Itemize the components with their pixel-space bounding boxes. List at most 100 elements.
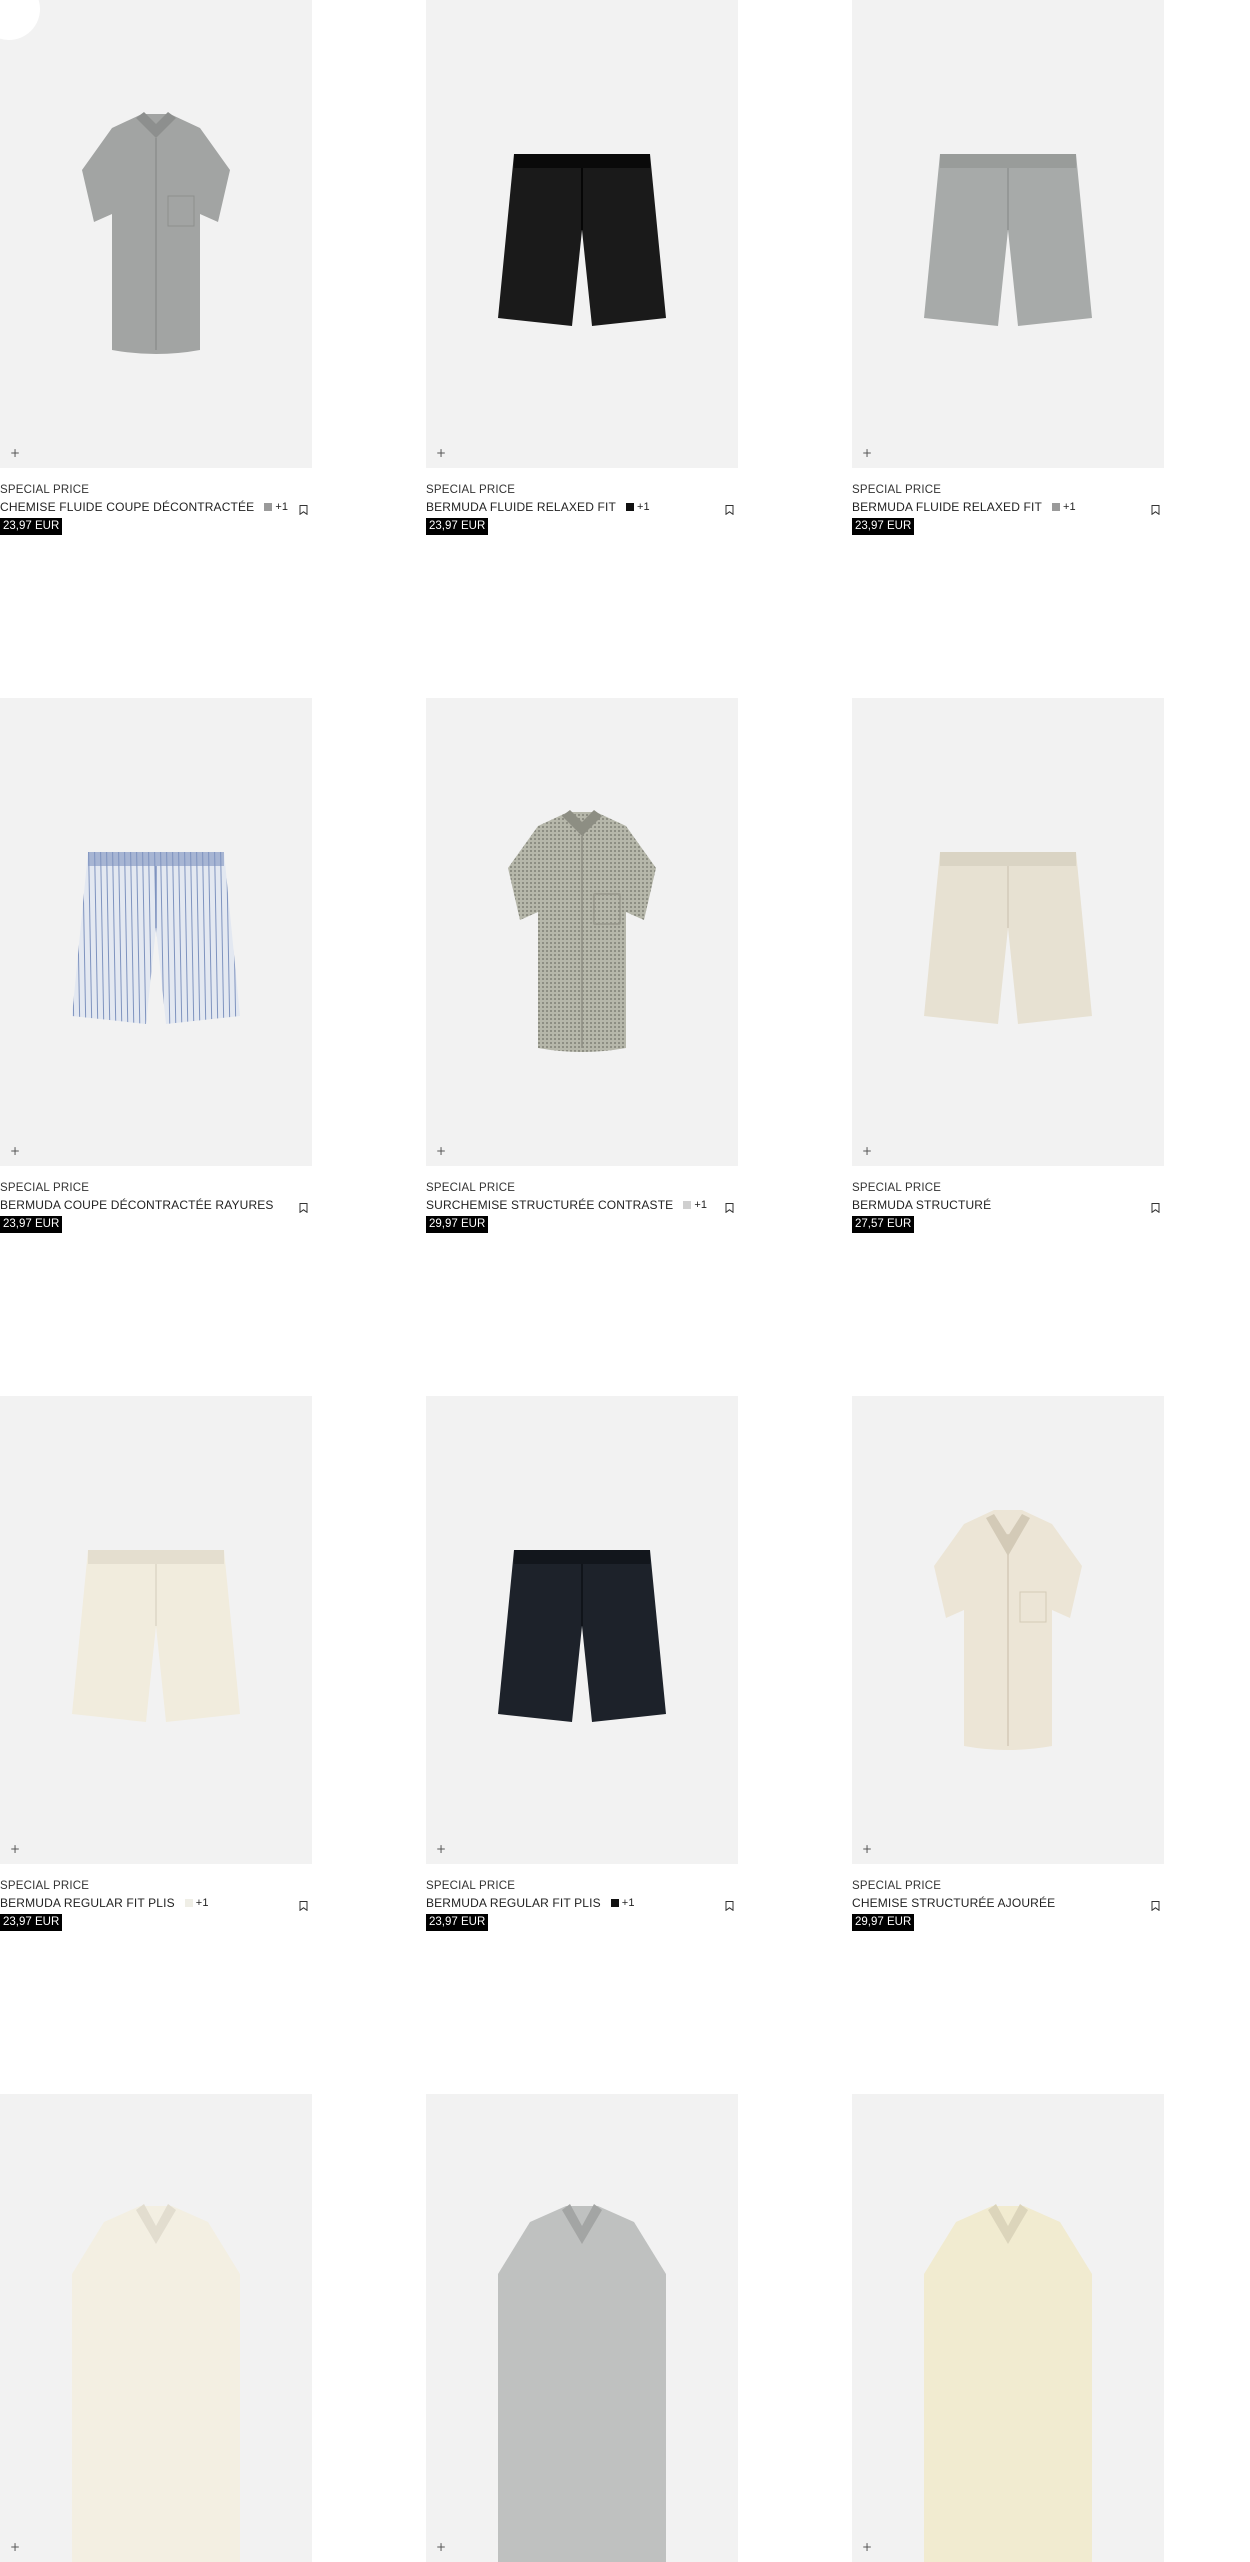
product-price: 23,97 EUR	[0, 518, 63, 535]
product-price: 23,97 EUR	[426, 1914, 489, 1931]
product-card[interactable]: + SPECIAL PRICE SURCHEMISE STRUCTURÉE CONT…	[426, 698, 738, 1233]
product-name[interactable]: SURCHEMISE STRUCTURÉE CONTRASTE	[426, 1196, 673, 1214]
product-card[interactable]: +	[0, 2094, 312, 2562]
plus-icon[interactable]: +	[434, 1144, 448, 1158]
special-price-tag: SPECIAL PRICE	[852, 484, 942, 496]
bookmark-icon[interactable]	[725, 502, 734, 516]
product-image[interactable]: +	[426, 0, 738, 468]
product-price: 23,97 EUR	[0, 1216, 63, 1233]
product-name[interactable]: BERMUDA STRUCTURÉ	[852, 1196, 991, 1214]
more-colors-count[interactable]: +1	[1063, 501, 1076, 513]
bookmark-icon[interactable]	[1151, 1200, 1160, 1214]
product-image[interactable]: +	[426, 1396, 738, 1864]
color-swatch[interactable]	[610, 1898, 619, 1907]
color-swatch[interactable]	[683, 1200, 692, 1209]
special-price-tag: SPECIAL PRICE	[852, 1182, 942, 1194]
product-info: SPECIAL PRICE BERMUDA REGULAR FIT PLIS +1 2…	[0, 1878, 312, 1931]
plus-icon[interactable]: +	[860, 1144, 874, 1158]
product-image[interactable]: +	[852, 1396, 1164, 1864]
product-card[interactable]: + SPECIAL PRICE BERMUDA STRUCTURÉ 27,57 EUR	[852, 698, 1164, 1233]
product-name[interactable]: BERMUDA COUPE DÉCONTRACTÉE RAYURES	[0, 1196, 274, 1214]
product-price: 29,97 EUR	[426, 1216, 489, 1233]
plus-icon[interactable]: +	[8, 1842, 22, 1856]
product-name-row: SURCHEMISE STRUCTURÉE CONTRASTE +1	[426, 1196, 738, 1214]
product-image[interactable]: +	[0, 698, 312, 1166]
product-name-row: CHEMISE FLUIDE COUPE DÉCONTRACTÉE +1	[0, 498, 312, 516]
bookmark-icon[interactable]	[725, 1200, 734, 1214]
plus-icon[interactable]: +	[434, 446, 448, 460]
product-price: 23,97 EUR	[426, 518, 489, 535]
product-name-row: BERMUDA COUPE DÉCONTRACTÉE RAYURES	[0, 1196, 312, 1214]
plus-icon[interactable]: +	[434, 2540, 448, 2554]
plus-icon[interactable]: +	[860, 446, 874, 460]
color-swatch[interactable]	[1051, 502, 1060, 511]
more-colors-count[interactable]: +1	[637, 501, 650, 513]
product-card[interactable]: + SPECIAL PRICE BERMUDA COUPE DÉCONTRACTÉE…	[0, 698, 312, 1233]
product-info: SPECIAL PRICE BERMUDA COUPE DÉCONTRACTÉE …	[0, 1180, 312, 1233]
product-card[interactable]: + SPECIAL PRICE BERMUDA REGULAR FIT PLIS +1…	[426, 1396, 738, 1931]
plus-icon[interactable]: +	[8, 446, 22, 460]
bookmark-icon[interactable]	[1151, 502, 1160, 516]
product-name[interactable]: CHEMISE FLUIDE COUPE DÉCONTRACTÉE	[0, 498, 254, 516]
more-colors-count[interactable]: +1	[694, 1199, 707, 1211]
plus-icon[interactable]: +	[434, 1842, 448, 1856]
special-price-tag: SPECIAL PRICE	[426, 1182, 516, 1194]
color-swatch[interactable]	[264, 502, 273, 511]
product-info: SPECIAL PRICE BERMUDA FLUIDE RELAXED FIT +…	[852, 482, 1164, 535]
product-image[interactable]: +	[426, 2094, 738, 2562]
product-image[interactable]: +	[852, 2094, 1164, 2562]
product-info: SPECIAL PRICE BERMUDA REGULAR FIT PLIS +1 2…	[426, 1878, 738, 1931]
plus-icon[interactable]: +	[860, 2540, 874, 2554]
plus-icon[interactable]: +	[860, 1842, 874, 1856]
product-info: SPECIAL PRICE CHEMISE FLUIDE COUPE DÉCONT…	[0, 482, 312, 535]
special-price-tag: SPECIAL PRICE	[852, 1880, 942, 1892]
product-card[interactable]: + SPECIAL PRICE BERMUDA FLUIDE RELAXED FIT…	[852, 0, 1164, 535]
more-colors-count[interactable]: +1	[622, 1897, 635, 1909]
more-colors-count[interactable]: +1	[275, 501, 288, 513]
special-price-tag: SPECIAL PRICE	[426, 484, 516, 496]
special-price-tag: SPECIAL PRICE	[426, 1880, 516, 1892]
product-image[interactable]: +	[0, 1396, 312, 1864]
special-price-tag: SPECIAL PRICE	[0, 1182, 90, 1194]
product-image[interactable]: +	[852, 0, 1164, 468]
product-name-row: CHEMISE STRUCTURÉE AJOURÉE	[852, 1894, 1164, 1912]
special-price-tag: SPECIAL PRICE	[0, 484, 90, 496]
bookmark-icon[interactable]	[299, 1898, 308, 1912]
product-card[interactable]: + SPECIAL PRICE CHEMISE STRUCTURÉE AJOURÉE…	[852, 1396, 1164, 1931]
product-name[interactable]: BERMUDA REGULAR FIT PLIS	[0, 1894, 175, 1912]
product-name-row: BERMUDA REGULAR FIT PLIS +1	[426, 1894, 738, 1912]
product-card[interactable]: + SPECIAL PRICE BERMUDA FLUIDE RELAXED FIT…	[426, 0, 738, 535]
more-colors-count[interactable]: +1	[196, 1897, 209, 1909]
product-name[interactable]: BERMUDA FLUIDE RELAXED FIT	[426, 498, 616, 516]
product-image[interactable]: +	[0, 2094, 312, 2562]
product-image[interactable]: +	[852, 698, 1164, 1166]
product-name-row: BERMUDA FLUIDE RELAXED FIT +1	[852, 498, 1164, 516]
product-card[interactable]: + SPECIAL PRICE CHEMISE FLUIDE COUPE DÉCON…	[0, 0, 312, 535]
product-price: 29,97 EUR	[852, 1914, 915, 1931]
product-grid: + SPECIAL PRICE CHEMISE FLUIDE COUPE DÉCON…	[0, 0, 1250, 2562]
product-image[interactable]: +	[0, 0, 312, 468]
bookmark-icon[interactable]	[1151, 1898, 1160, 1912]
product-name-row: BERMUDA FLUIDE RELAXED FIT +1	[426, 498, 738, 516]
product-card[interactable]: +	[426, 2094, 738, 2562]
product-card[interactable]: +	[852, 2094, 1164, 2562]
product-name-row: BERMUDA REGULAR FIT PLIS +1	[0, 1894, 312, 1912]
product-card[interactable]: + SPECIAL PRICE BERMUDA REGULAR FIT PLIS +1…	[0, 1396, 312, 1931]
product-price: 27,57 EUR	[852, 1216, 915, 1233]
color-swatch[interactable]	[184, 1898, 193, 1907]
product-image[interactable]: +	[426, 698, 738, 1166]
product-price: 23,97 EUR	[0, 1914, 63, 1931]
bookmark-icon[interactable]	[299, 502, 308, 516]
product-name[interactable]: BERMUDA REGULAR FIT PLIS	[426, 1894, 601, 1912]
color-swatch[interactable]	[625, 502, 634, 511]
product-name[interactable]: BERMUDA FLUIDE RELAXED FIT	[852, 498, 1042, 516]
bookmark-icon[interactable]	[725, 1898, 734, 1912]
product-name[interactable]: CHEMISE STRUCTURÉE AJOURÉE	[852, 1894, 1055, 1912]
plus-icon[interactable]: +	[8, 2540, 22, 2554]
product-info: SPECIAL PRICE SURCHEMISE STRUCTURÉE CONTR…	[426, 1180, 738, 1233]
plus-icon[interactable]: +	[8, 1144, 22, 1158]
special-price-tag: SPECIAL PRICE	[0, 1880, 90, 1892]
product-info: SPECIAL PRICE BERMUDA STRUCTURÉ 27,57 EUR	[852, 1180, 1164, 1233]
bookmark-icon[interactable]	[299, 1200, 308, 1214]
product-name-row: BERMUDA STRUCTURÉ	[852, 1196, 1164, 1214]
